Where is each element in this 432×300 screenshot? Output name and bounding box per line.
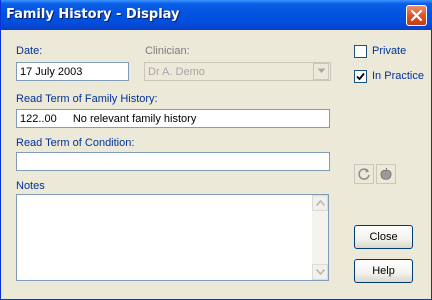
in-practice-checkbox[interactable] <box>354 70 367 83</box>
refresh-button[interactable] <box>354 164 374 184</box>
apple-button[interactable] <box>376 164 396 184</box>
date-label: Date: <box>16 45 43 57</box>
checkmark-icon <box>356 72 365 81</box>
date-field[interactable]: 17 July 2003 <box>16 62 129 81</box>
read-term-family-field[interactable]: 122..00 No relevant family history <box>16 109 330 128</box>
read-term-condition-field[interactable] <box>16 152 330 171</box>
clinician-select: Dr A. Demo <box>144 62 331 81</box>
notes-textarea[interactable] <box>16 194 329 281</box>
window-title: Family History - Display <box>6 7 180 22</box>
window-close-button[interactable] <box>406 5 427 26</box>
notes-label: Notes <box>16 180 45 192</box>
private-checkbox[interactable] <box>354 45 367 58</box>
scroll-down-button[interactable] <box>312 264 328 280</box>
close-button[interactable]: Close <box>354 225 413 249</box>
read-term-family-code: 122..00 <box>20 113 57 125</box>
chevron-up-icon <box>316 200 325 206</box>
dialog-window: Family History - Display Date: 17 July 2… <box>0 0 432 300</box>
scroll-up-button[interactable] <box>312 195 328 211</box>
read-term-family-text: No relevant family history <box>72 113 197 125</box>
clinician-dropdown-button <box>313 63 329 80</box>
close-icon <box>410 9 423 22</box>
read-term-condition-label: Read Term of Condition: <box>16 137 135 149</box>
clinician-label: Clinician: <box>145 45 190 57</box>
title-bar[interactable]: Family History - Display <box>1 0 432 30</box>
refresh-icon <box>358 168 370 180</box>
apple-icon <box>380 167 392 180</box>
in-practice-label: In Practice <box>372 70 424 82</box>
read-term-family-label: Read Term of Family History: <box>16 93 158 105</box>
chevron-down-icon <box>317 68 326 73</box>
clinician-value: Dr A. Demo <box>148 66 205 78</box>
private-label: Private <box>372 45 407 57</box>
chevron-down-icon <box>316 269 325 275</box>
help-button[interactable]: Help <box>354 259 413 283</box>
notes-scrollbar[interactable] <box>312 195 328 280</box>
